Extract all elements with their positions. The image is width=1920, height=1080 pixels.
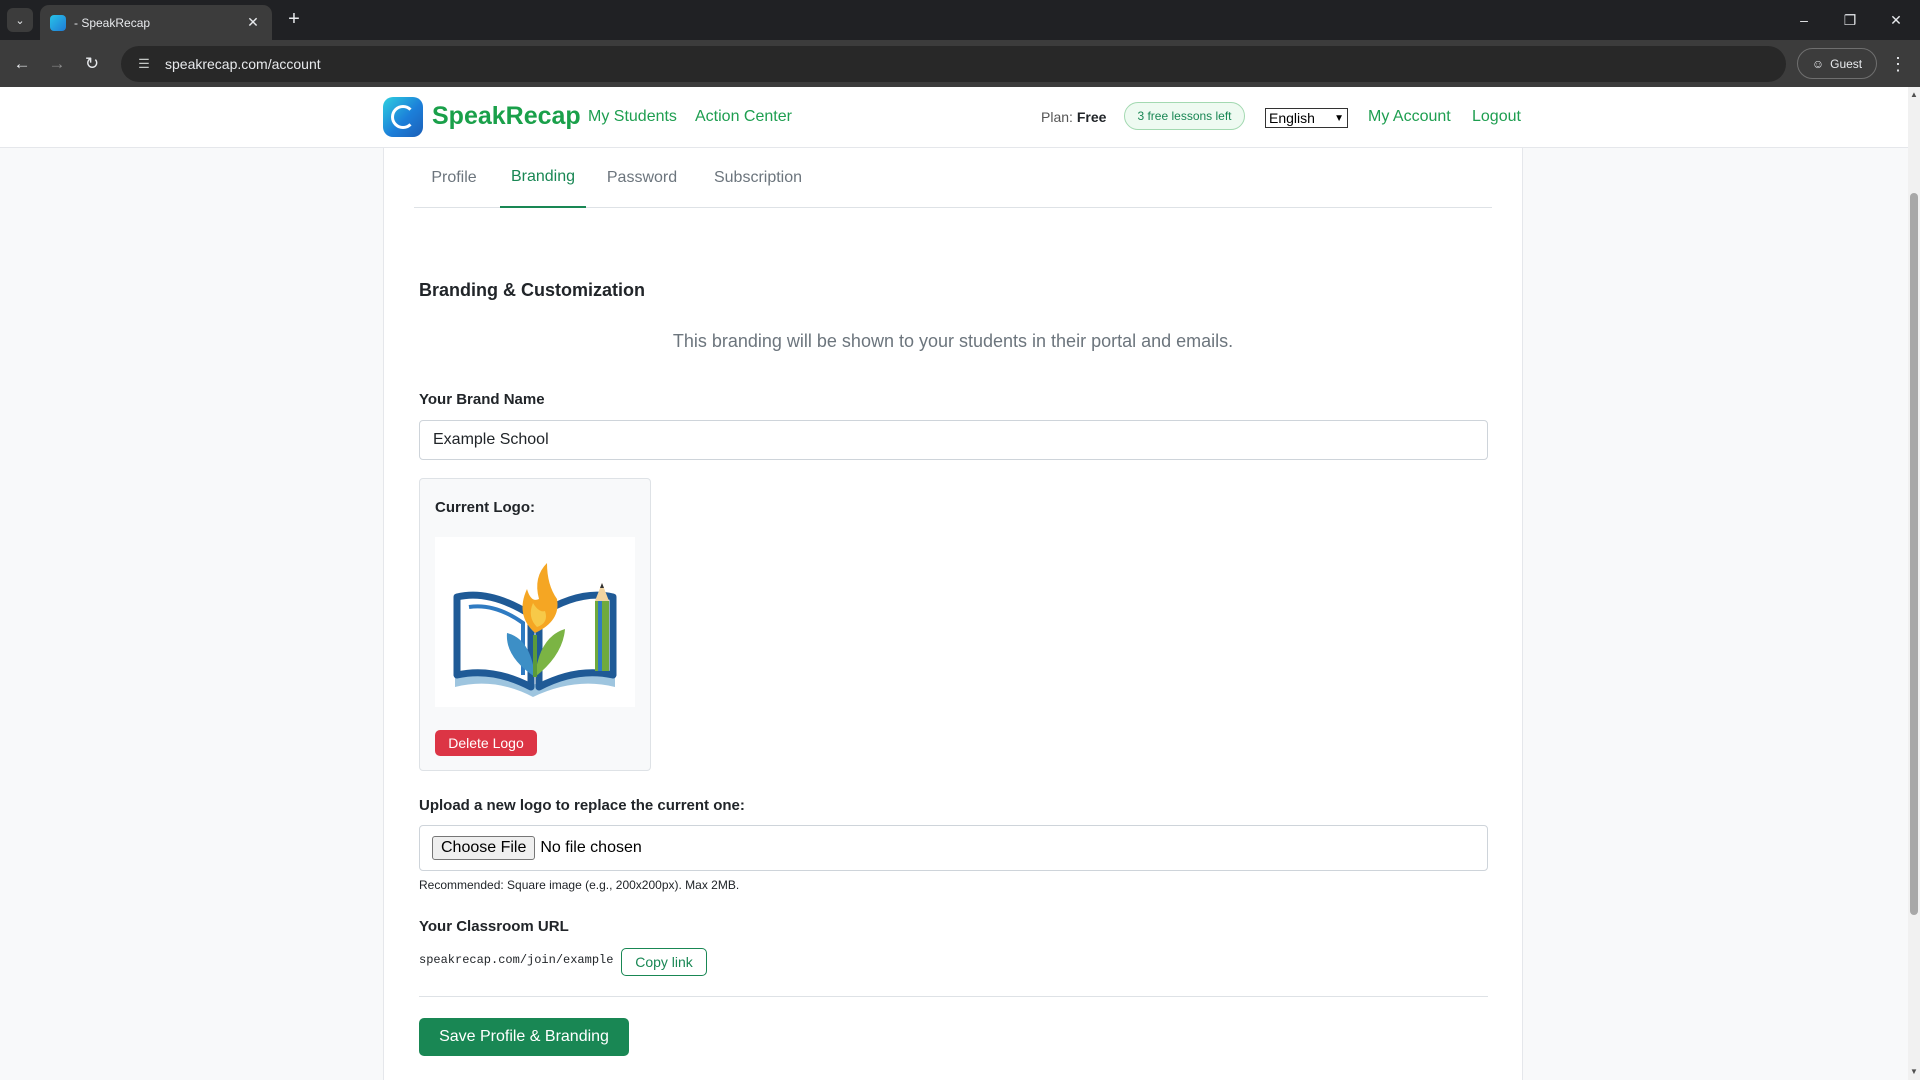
new-tab-button[interactable]: + bbox=[282, 8, 306, 32]
url-text: speakrecap.com/account bbox=[165, 56, 321, 72]
language-select[interactable]: English ▼ bbox=[1265, 108, 1348, 128]
scroll-down-icon[interactable]: ▼ bbox=[1908, 1066, 1920, 1078]
lessons-left-badge: 3 free lessons left bbox=[1124, 102, 1245, 130]
app-header: SpeakRecap My Students Action Center Pla… bbox=[0, 87, 1908, 148]
plan-value: Free bbox=[1076, 109, 1107, 125]
book-flame-logo-icon bbox=[453, 563, 617, 697]
nav-logout[interactable]: Logout bbox=[1472, 108, 1521, 126]
close-window-icon[interactable]: ✕ bbox=[1873, 0, 1919, 40]
brand-name[interactable]: SpeakRecap bbox=[432, 102, 581, 131]
tab-search-button[interactable]: ⌄ bbox=[7, 8, 33, 32]
profile-button[interactable]: ☺ Guest bbox=[1797, 48, 1877, 79]
current-logo-label: Current Logo: bbox=[435, 499, 535, 516]
language-value: English bbox=[1269, 110, 1315, 126]
section-subtitle: This branding will be shown to your stud… bbox=[672, 331, 1234, 351]
browser-toolbar: ← → ↻ ☰ speakrecap.com/account ☺ Guest ⋮ bbox=[0, 40, 1920, 87]
minimize-icon[interactable]: – bbox=[1781, 0, 1827, 40]
browser-tab[interactable]: - SpeakRecap ✕ bbox=[40, 5, 272, 40]
account-tabs: Profile Branding Password Subscription bbox=[414, 148, 1492, 208]
scroll-up-icon[interactable]: ▲ bbox=[1908, 89, 1920, 101]
upload-logo-label: Upload a new logo to replace the current… bbox=[419, 797, 745, 814]
file-status: No file chosen bbox=[540, 839, 642, 856]
tab-subscription[interactable]: Subscription bbox=[698, 148, 818, 208]
forward-arrow-icon[interactable]: → bbox=[44, 51, 70, 77]
save-profile-branding-button[interactable]: Save Profile & Branding bbox=[419, 1018, 629, 1056]
speakrecap-favicon-icon bbox=[50, 14, 66, 31]
chevron-down-icon: ▼ bbox=[1334, 112, 1344, 124]
tab-title: - SpeakRecap bbox=[74, 15, 151, 30]
divider bbox=[419, 996, 1488, 997]
plan-label: Plan: bbox=[1041, 109, 1073, 125]
more-menu-icon[interactable]: ⋮ bbox=[1887, 51, 1909, 77]
site-settings-icon[interactable]: ☰ bbox=[133, 56, 155, 72]
copy-link-button[interactable]: Copy link bbox=[621, 948, 707, 976]
person-icon: ☺ bbox=[1811, 56, 1825, 71]
close-tab-icon[interactable]: ✕ bbox=[244, 14, 262, 31]
chevron-down-icon: ⌄ bbox=[15, 14, 25, 27]
tab-branding[interactable]: Branding bbox=[500, 148, 586, 208]
speakrecap-logo-icon[interactable] bbox=[383, 97, 423, 137]
reload-icon[interactable]: ↻ bbox=[79, 51, 105, 77]
classroom-url: speakrecap.com/join/example bbox=[419, 953, 614, 967]
plan-indicator: Plan: Free bbox=[1041, 109, 1106, 125]
section-title: Branding & Customization bbox=[419, 280, 645, 300]
back-arrow-icon[interactable]: ← bbox=[9, 51, 35, 77]
address-bar[interactable]: ☰ speakrecap.com/account bbox=[121, 46, 1786, 82]
logo-recommendation: Recommended: Square image (e.g., 200x200… bbox=[419, 878, 740, 892]
browser-titlebar: ⌄ - SpeakRecap ✕ + – ❐ ✕ bbox=[0, 0, 1920, 40]
tab-password[interactable]: Password bbox=[594, 148, 690, 208]
nav-my-account[interactable]: My Account bbox=[1368, 108, 1451, 126]
profile-label: Guest bbox=[1830, 56, 1863, 71]
classroom-url-label: Your Classroom URL bbox=[419, 918, 569, 935]
nav-action-center[interactable]: Action Center bbox=[695, 108, 792, 126]
page-scrollbar[interactable]: ▲ ▼ bbox=[1908, 87, 1920, 1080]
scroll-thumb[interactable] bbox=[1910, 193, 1918, 915]
brand-name-input[interactable] bbox=[419, 420, 1488, 460]
choose-file-button[interactable]: Choose File bbox=[432, 836, 536, 860]
account-card: Profile Branding Password Subscription B… bbox=[383, 148, 1523, 1080]
logo-file-input[interactable]: Choose File No file chosen bbox=[419, 825, 1488, 871]
brand-name-label: Your Brand Name bbox=[419, 391, 545, 408]
restore-icon[interactable]: ❐ bbox=[1827, 0, 1873, 40]
current-logo-panel: Current Logo: Delete Logo bbox=[419, 478, 651, 771]
nav-my-students[interactable]: My Students bbox=[588, 108, 677, 126]
tab-profile[interactable]: Profile bbox=[414, 148, 494, 208]
delete-logo-button[interactable]: Delete Logo bbox=[435, 730, 537, 756]
current-logo-image bbox=[435, 537, 635, 707]
